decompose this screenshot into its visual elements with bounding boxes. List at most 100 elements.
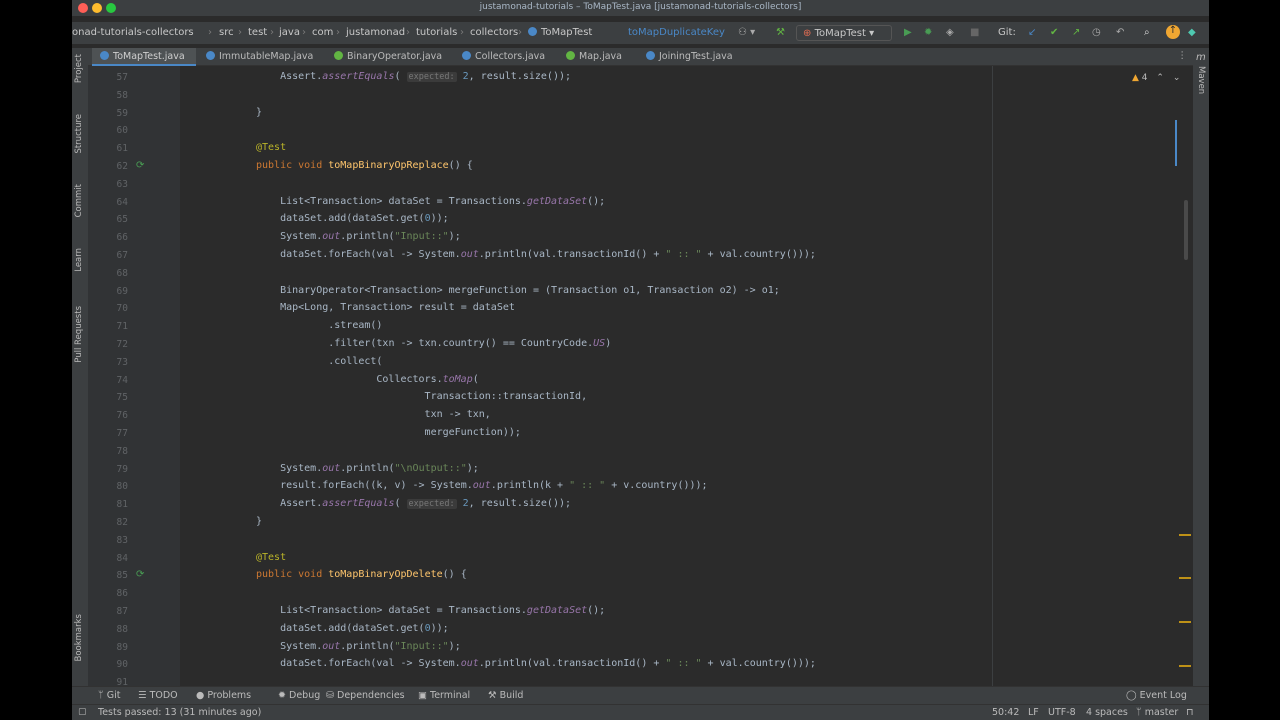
breadcrumb-class[interactable]: ToMapTest	[528, 27, 592, 38]
git-branch[interactable]: ᛘ master	[1136, 707, 1178, 718]
build-hammer-icon[interactable]: ⚒	[776, 27, 785, 38]
tool-problems[interactable]: ● Problems	[196, 690, 251, 701]
chevron-up-icon[interactable]: ⌃	[1156, 73, 1164, 83]
tool-debug[interactable]: ✹ Debug	[278, 690, 320, 701]
search-icon[interactable]: ⌕	[1144, 27, 1150, 38]
tab-collectors[interactable]: Collectors.java	[462, 48, 545, 66]
code-line[interactable]: System.out.println("\nOutput::");	[280, 463, 479, 474]
plugin-icon[interactable]: ◆	[1188, 27, 1196, 38]
updates-icon[interactable]: ↑	[1166, 25, 1180, 39]
breadcrumb-com[interactable]: com	[312, 27, 333, 38]
code-token: List<Transaction> dataSet = Transactions…	[280, 195, 527, 207]
git-commit-icon[interactable]: ✔	[1050, 27, 1058, 38]
git-update-icon[interactable]: ↙	[1028, 27, 1036, 38]
more-tabs-icon[interactable]: ⋮	[1178, 50, 1188, 61]
tab-immutablemap[interactable]: ImmutableMap.java	[206, 48, 313, 66]
caret-position[interactable]: 50:42	[992, 707, 1019, 718]
code-editor[interactable]: Assert.assertEquals( expected: 2, result…	[180, 66, 1193, 686]
breadcrumb-test[interactable]: test	[248, 27, 267, 38]
line-separator[interactable]: LF	[1028, 707, 1039, 718]
code-line[interactable]: Collectors.toMap(	[376, 374, 478, 385]
code-line[interactable]: System.out.println("Input::");	[280, 231, 461, 242]
git-push-icon[interactable]: ↗	[1072, 27, 1080, 38]
code-token: System.	[280, 462, 323, 474]
tool-maven[interactable]: Maven	[1196, 66, 1206, 94]
tool-bookmarks[interactable]: Bookmarks	[74, 614, 84, 662]
warning-stripe[interactable]	[1179, 534, 1191, 536]
code-line[interactable]: List<Transaction> dataSet = Transactions…	[280, 605, 605, 616]
breadcrumb-separator: ›	[406, 27, 410, 38]
code-line[interactable]: dataSet.add(dataSet.get(0));	[280, 213, 449, 224]
run-test-icon[interactable]: ⟳	[136, 160, 144, 171]
code-line[interactable]: @Test	[256, 142, 286, 153]
code-line[interactable]: Assert.assertEquals( expected: 2, result…	[280, 498, 571, 510]
file-encoding[interactable]: UTF-8	[1048, 707, 1076, 718]
chevron-down-icon[interactable]: ⌄	[1173, 73, 1181, 83]
user-icon[interactable]: ⚇ ▾	[738, 27, 755, 38]
build-hammer-icon: ⚒	[488, 690, 497, 701]
code-line[interactable]: .collect(	[328, 356, 382, 367]
code-line[interactable]: Map<Long, Transaction> result = dataSet	[280, 302, 515, 313]
code-line[interactable]: public void toMapBinaryOpDelete() {	[256, 569, 467, 580]
warning-stripe[interactable]	[1179, 621, 1191, 623]
tab-tomaptest[interactable]: ToMapTest.java	[92, 48, 196, 66]
breadcrumb-collectors[interactable]: collectors	[470, 27, 518, 38]
code-line[interactable]: BinaryOperator<Transaction> mergeFunctio…	[280, 285, 780, 296]
warning-stripe[interactable]	[1179, 577, 1191, 579]
inspection-widget[interactable]: ▲ 4 ⌃ ⌄	[1132, 73, 1180, 83]
tool-event-log[interactable]: ◯ Event Log	[1126, 690, 1187, 701]
tool-build[interactable]: ⚒ Build	[488, 690, 523, 701]
breadcrumb-tutorials[interactable]: tutorials	[416, 27, 457, 38]
layout-toggle-icon[interactable]: ▢	[78, 707, 87, 717]
line-number: 80	[116, 481, 128, 493]
run-test-icon[interactable]: ⟳	[136, 569, 144, 580]
lock-icon[interactable]: ⊓	[1186, 707, 1193, 718]
code-line[interactable]: txn -> txn,	[425, 409, 491, 420]
coverage-icon[interactable]: ◈	[946, 27, 954, 38]
code-line[interactable]: .filter(txn -> txn.country() == CountryC…	[328, 338, 611, 349]
code-line[interactable]: }	[256, 516, 262, 527]
breadcrumb-justamonad[interactable]: justamonad	[346, 27, 405, 38]
static-ref-token: toMap	[442, 373, 473, 385]
tool-git[interactable]: ᛘ Git	[98, 690, 120, 701]
code-line[interactable]: result.forEach((k, v) -> System.out.prin…	[280, 480, 707, 491]
tool-pull-requests[interactable]: Pull Requests	[74, 306, 84, 363]
code-line[interactable]: dataSet.forEach(val -> System.out.printl…	[280, 658, 816, 669]
code-line[interactable]: @Test	[256, 552, 286, 563]
breadcrumb-java[interactable]: java	[279, 27, 300, 38]
breadcrumb-project[interactable]: onad-tutorials-collectors	[72, 27, 194, 38]
tab-map[interactable]: Map.java	[566, 48, 622, 66]
code-line[interactable]: public void toMapBinaryOpReplace() {	[256, 160, 473, 171]
maven-icon[interactable]: m	[1196, 52, 1206, 63]
run-config-select[interactable]: ⊕ ToMapTest ▾	[796, 25, 892, 41]
tool-todo[interactable]: ☰ TODO	[138, 690, 178, 701]
code-line[interactable]: dataSet.add(dataSet.get(0));	[280, 623, 449, 634]
tool-dependencies[interactable]: ⛁ Dependencies	[326, 690, 405, 701]
indent-setting[interactable]: 4 spaces	[1086, 707, 1128, 718]
debug-bug-icon[interactable]: ✹	[924, 27, 932, 38]
rollback-icon[interactable]: ↶	[1116, 27, 1124, 38]
code-line[interactable]: Transaction::transactionId,	[425, 391, 588, 402]
warning-stripe[interactable]	[1179, 665, 1191, 667]
tool-learn[interactable]: Learn	[74, 248, 84, 272]
code-line[interactable]: mergeFunction));	[425, 427, 521, 438]
breadcrumb-method[interactable]: toMapDuplicateKey	[628, 27, 725, 38]
tool-project[interactable]: Project	[74, 54, 84, 83]
status-message[interactable]: Tests passed: 13 (31 minutes ago)	[98, 707, 261, 718]
run-icon[interactable]: ▶	[904, 27, 912, 38]
vertical-scrollbar[interactable]	[1184, 200, 1188, 260]
stop-icon[interactable]: ■	[970, 27, 979, 38]
tab-binaryoperator[interactable]: BinaryOperator.java	[334, 48, 442, 66]
tool-commit[interactable]: Commit	[74, 184, 84, 217]
code-line[interactable]: }	[256, 107, 262, 118]
breadcrumb-src[interactable]: src	[219, 27, 234, 38]
code-line[interactable]: dataSet.forEach(val -> System.out.printl…	[280, 249, 816, 260]
history-icon[interactable]: ◷	[1092, 27, 1101, 38]
code-line[interactable]: System.out.println("Input::");	[280, 641, 461, 652]
tab-joiningtest[interactable]: JoiningTest.java	[646, 48, 733, 66]
code-line[interactable]: Assert.assertEquals( expected: 2, result…	[280, 71, 571, 82]
code-line[interactable]: .stream()	[328, 320, 382, 331]
tool-structure[interactable]: Structure	[74, 114, 84, 154]
tool-terminal[interactable]: ▣ Terminal	[418, 690, 470, 701]
code-line[interactable]: List<Transaction> dataSet = Transactions…	[280, 196, 605, 207]
